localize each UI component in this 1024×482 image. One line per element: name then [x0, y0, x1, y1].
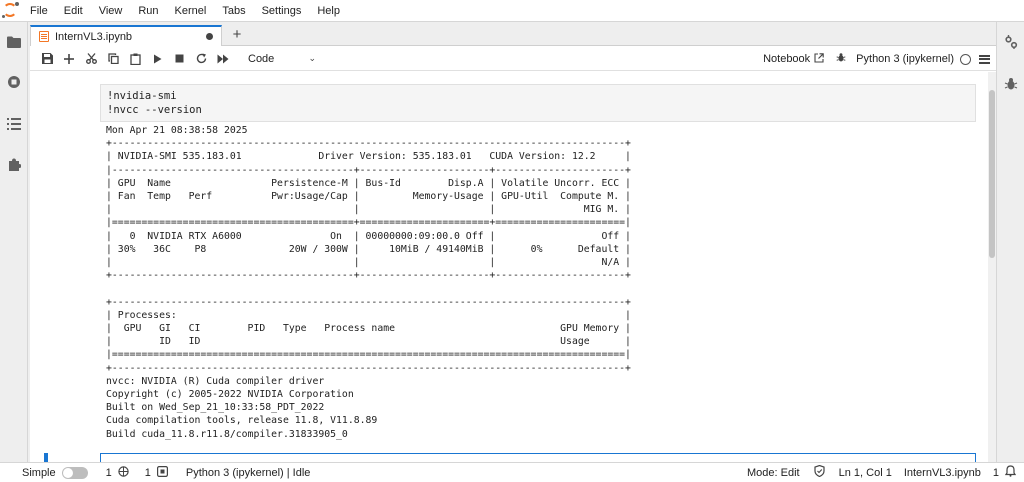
cell-type-dropdown[interactable]: Code ⌄: [244, 50, 320, 68]
menu-file[interactable]: File: [22, 0, 56, 22]
status-bar: Simple 1 1 Python 3 (ipykernel) | Idle M…: [0, 462, 1024, 482]
run-cell-icon[interactable]: [146, 49, 168, 69]
running-kernels-icon[interactable]: [6, 74, 22, 90]
cell-type-value: Code: [248, 52, 275, 65]
menu-tabs[interactable]: Tabs: [214, 0, 253, 22]
next-code-cell[interactable]: [100, 453, 976, 462]
debugger-bug-icon[interactable]: [1003, 76, 1019, 92]
cursor-position[interactable]: Ln 1, Col 1: [839, 467, 892, 479]
insert-cell-icon[interactable]: [58, 49, 80, 69]
table-of-contents-icon[interactable]: [6, 116, 22, 132]
debugger-toggle-icon[interactable]: [836, 52, 846, 66]
kernel-status-idle-icon: [960, 53, 971, 65]
kernel-name-button[interactable]: Python 3 (ipykernel): [856, 53, 954, 65]
paste-icon[interactable]: [124, 49, 146, 69]
simple-mode-label: Simple: [22, 466, 56, 479]
cell-output-area: Mon Apr 21 08:38:58 2025 +--------------…: [106, 125, 631, 440]
right-sidebar: [996, 22, 1024, 462]
add-tab-button[interactable]: +: [228, 26, 246, 44]
tab-count: 1: [992, 466, 999, 479]
document-tab-bar: InternVL3.ipynb +: [30, 22, 996, 46]
simple-mode-toggle[interactable]: [61, 466, 88, 479]
kernel-status-text[interactable]: Python 3 (ipykernel) | Idle: [186, 467, 311, 479]
restart-run-all-icon[interactable]: [212, 49, 234, 69]
main-area: InternVL3.ipynb + Code ⌄ Notebook Python…: [30, 22, 996, 462]
notebook-tab[interactable]: InternVL3.ipynb: [30, 25, 222, 46]
save-icon[interactable]: [36, 49, 58, 69]
edit-mode-status: Mode: Edit: [747, 466, 800, 479]
active-cell-marker: [44, 453, 48, 462]
toolbar-right-group: Notebook Python 3 (ipykernel): [763, 47, 990, 71]
menu-view[interactable]: View: [91, 0, 131, 22]
menu-hamburger-icon[interactable]: [979, 54, 990, 64]
kernel-status-icon: [156, 465, 168, 480]
jupyterlab-window: File Edit View Run Kernel Tabs Settings …: [0, 0, 1024, 482]
status-file-name: InternVL3.ipynb: [903, 466, 981, 479]
code-cell-editor[interactable]: !nvidia-smi !nvcc --version: [100, 84, 976, 122]
vertical-scrollbar[interactable]: [988, 72, 996, 462]
menu-bar: File Edit View Run Kernel Tabs Settings …: [0, 0, 1024, 22]
scrollbar-thumb[interactable]: [989, 90, 995, 258]
menu-settings[interactable]: Settings: [254, 0, 310, 22]
menu-help[interactable]: Help: [309, 0, 348, 22]
menu-run[interactable]: Run: [130, 0, 166, 22]
open-notebook-label[interactable]: Notebook: [763, 53, 810, 65]
copy-icon[interactable]: [102, 49, 124, 69]
notebook-panel[interactable]: [1]: !nvidia-smi !nvcc --version Mon Apr…: [30, 72, 996, 462]
left-sidebar: [0, 22, 28, 462]
kernel-count[interactable]: 1: [145, 467, 151, 479]
chevron-down-icon: ⌄: [308, 53, 316, 63]
notebook-file-icon: [39, 31, 49, 42]
extension-manager-icon[interactable]: [6, 156, 22, 172]
menu-edit[interactable]: Edit: [56, 0, 91, 22]
notebook-toolbar: Code ⌄ Notebook Python 3 (ipykernel): [30, 47, 996, 71]
restart-kernel-icon[interactable]: [190, 49, 212, 69]
jupyter-logo-icon[interactable]: [0, 0, 22, 22]
property-inspector-icon[interactable]: [1003, 34, 1019, 50]
tab-label: InternVL3.ipynb: [55, 30, 133, 43]
unsaved-indicator-icon[interactable]: [206, 33, 213, 40]
folder-icon[interactable]: [6, 34, 22, 50]
external-link-icon[interactable]: [814, 52, 824, 66]
cut-icon[interactable]: [80, 49, 102, 69]
terminal-icon[interactable]: [118, 465, 129, 480]
interrupt-kernel-icon[interactable]: [168, 49, 190, 69]
menu-kernel[interactable]: Kernel: [167, 0, 215, 22]
shield-icon[interactable]: [814, 464, 825, 480]
terminals-count[interactable]: 1: [106, 467, 112, 479]
notification-bell-icon[interactable]: [1004, 465, 1017, 480]
